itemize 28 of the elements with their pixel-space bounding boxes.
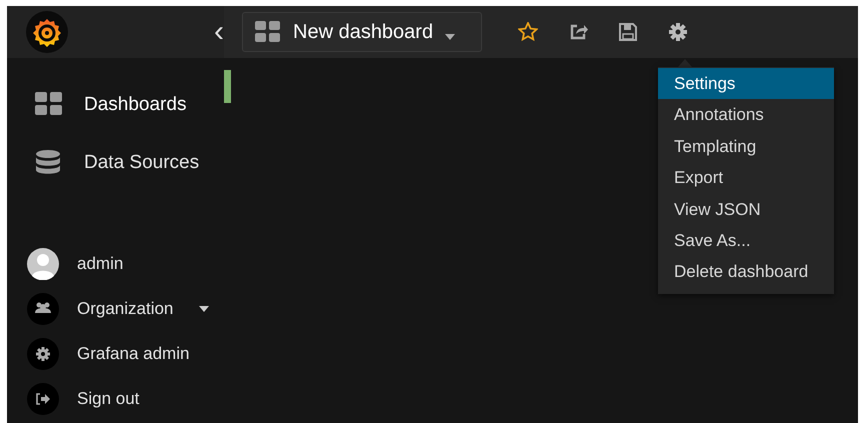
star-icon — [518, 22, 538, 42]
dashboard-title-button[interactable]: New dashboard — [242, 12, 482, 52]
settings-icon — [668, 22, 688, 42]
menu-item[interactable]: Annotations — [658, 99, 834, 131]
dashboard-grid-icon — [255, 21, 281, 43]
avatar-icon — [27, 248, 59, 280]
menu-item[interactable]: Templating — [658, 130, 834, 162]
menu-item[interactable]: Save As... — [658, 224, 834, 256]
save-button[interactable] — [618, 22, 638, 42]
menu-item[interactable]: Settings — [658, 68, 834, 100]
user-menu-item[interactable]: Organization — [27, 286, 210, 331]
active-indicator — [224, 70, 231, 103]
user-menu-item[interactable]: admin — [27, 241, 210, 286]
share-icon — [568, 22, 588, 42]
sidebar-item[interactable]: Data Sources — [7, 134, 224, 192]
menu-item[interactable]: Delete dashboard — [658, 256, 834, 288]
back-button[interactable]: ‹ — [210, 17, 228, 47]
user-menu-item[interactable]: Grafana admin — [27, 331, 210, 376]
logo-icon[interactable] — [26, 11, 68, 53]
settings-button[interactable] — [668, 22, 688, 42]
caret-icon — [445, 34, 456, 40]
favorite-button[interactable] — [518, 22, 538, 42]
database-icon — [35, 150, 62, 176]
menu-item[interactable]: View JSON — [658, 194, 834, 225]
menu-item[interactable]: Export — [658, 162, 834, 194]
user-menu-item[interactable]: Sign out — [27, 376, 210, 421]
share-button[interactable] — [568, 22, 588, 42]
sidebar-item[interactable]: Dashboards — [7, 76, 224, 134]
